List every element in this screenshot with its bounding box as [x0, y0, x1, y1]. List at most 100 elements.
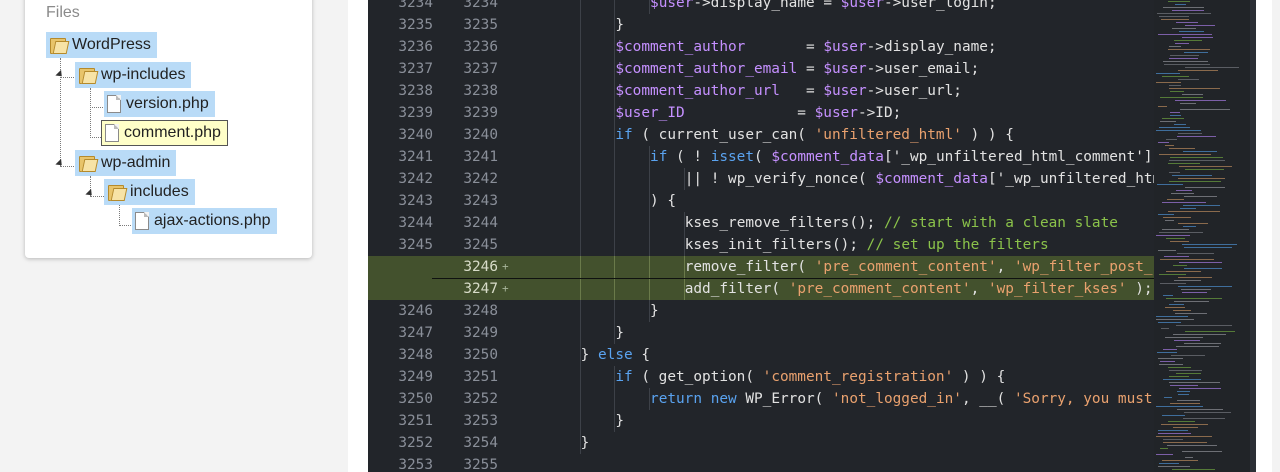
new-line-number: 3238: [463, 83, 498, 99]
old-line-number: 3240: [398, 127, 433, 143]
indent-guide: [614, 256, 616, 278]
code-line[interactable]: 3243 3243) {: [368, 190, 1154, 212]
minimap-line: [1156, 316, 1188, 317]
code-line[interactable]: 3235 3235}: [368, 14, 1154, 36]
tree-node-version-php[interactable]: version.php: [104, 91, 215, 117]
minimap-line: [1180, 109, 1230, 110]
code-token: =: [797, 61, 824, 77]
code-line[interactable]: 3253 3255: [368, 454, 1154, 472]
minimap-line: [1178, 133, 1202, 134]
code-token: ) ) {: [961, 127, 1014, 143]
minimap-line: [1156, 73, 1180, 74]
code-line[interactable]: 3234 3234 $user->display_name = $user->use…: [368, 0, 1154, 14]
minimap-line: [1170, 403, 1200, 404]
code-text: if ( get_option( 'comment_registration' …: [615, 366, 1005, 388]
code-line[interactable]: 3250 3252 return new WP_Error( 'not_logged…: [368, 388, 1179, 410]
vertical-scrollbar[interactable]: [1250, 0, 1256, 472]
added-marker: +: [502, 260, 509, 273]
tree-node-wp-admin[interactable]: wp-admin: [75, 150, 177, 176]
file-icon: [135, 212, 149, 230]
code-line[interactable]: 3240 3240 if ( current_user_can( 'unfilter…: [368, 124, 1154, 146]
old-line-number: 3244: [398, 215, 433, 231]
minimap[interactable]: [1154, 0, 1250, 472]
added-code-line[interactable]: 3246 + remove_filter( 'pre_comment_content…: [368, 256, 1187, 278]
code-line[interactable]: 3244 3244 kses_remove_filters(); // start …: [368, 212, 1154, 234]
code-token: ->user_login;: [883, 0, 997, 11]
minimap-line: [1170, 241, 1189, 242]
code-line[interactable]: 3246 3248}: [368, 300, 1154, 322]
code-line[interactable]: 3248 3250} else {: [368, 344, 1154, 366]
diff-editor[interactable]: 3234 3234 $user->display_name = $user->use…: [368, 0, 1256, 472]
folder-icon: [107, 184, 125, 201]
minimap-line: [1178, 277, 1212, 278]
minimap-line: [1170, 157, 1223, 158]
new-line-number: 3246: [463, 259, 498, 275]
new-line-number: 3236: [463, 39, 498, 55]
minimap-line: [1177, 409, 1223, 410]
code-text: }: [615, 322, 624, 344]
minimap-line: [1174, 40, 1202, 41]
code-text: ) {: [650, 190, 676, 212]
code-token: ) ) {: [953, 369, 1006, 385]
minimap-line: [1166, 298, 1222, 299]
added-marker: +: [502, 282, 509, 295]
minimap-line: [1168, 1, 1190, 2]
old-line-number: 3242: [398, 171, 433, 187]
code-token: ->user_url;: [866, 83, 962, 99]
code-text: return new WP_Error( 'not_logged_in', __…: [650, 388, 1179, 410]
minimap-line: [1180, 208, 1196, 209]
new-line-number: 3237: [463, 61, 498, 77]
minimap-line: [1163, 217, 1191, 218]
minimap-line: [1169, 172, 1180, 173]
code-line[interactable]: 3245 3245 kses_init_filters(); // set up t…: [368, 234, 1154, 256]
code-line[interactable]: 3237 3237 $comment_author_email = $user->u…: [368, 58, 1154, 80]
minimap-line: [1159, 127, 1190, 128]
code-token: ['_wp_unfiltered_html_comment'] ): [883, 149, 1170, 165]
tree-connector: [119, 204, 120, 226]
minimap-line: [1182, 244, 1237, 245]
old-line-number: 3252: [398, 435, 433, 451]
minimap-line: [1180, 103, 1196, 104]
code-line[interactable]: 3241 3241 if ( ! isset( $comment_data['_wp…: [368, 146, 1170, 168]
minimap-line: [1185, 25, 1215, 26]
code-line[interactable]: 3249 3251 if ( get_option( 'comment_regist…: [368, 366, 1154, 388]
code-line[interactable]: 3236 3236 $comment_author = $user->display…: [368, 36, 1154, 58]
code-line[interactable]: 3252 3254}: [368, 432, 1154, 454]
tree-node-wp-includes[interactable]: wp-includes: [75, 62, 192, 88]
indent-guide: [579, 366, 581, 388]
minimap-line: [1170, 115, 1181, 116]
minimap-line: [1172, 10, 1204, 11]
code-token: ->ID;: [857, 105, 902, 121]
minimap-line: [1173, 265, 1187, 266]
indent-guide: [649, 212, 651, 234]
tree-node-wordpress[interactable]: WordPress: [46, 32, 157, 58]
minimap-line: [1165, 145, 1174, 146]
added-code-line[interactable]: 3247 + add_filter( 'pre_comment_content', …: [368, 278, 1154, 300]
minimap-line: [1184, 343, 1221, 344]
minimap-line: [1175, 100, 1226, 101]
code-token: ->display_name =: [693, 0, 841, 11]
minimap-line: [1174, 301, 1209, 302]
code-text: add_filter( 'pre_comment_content', 'wp_f…: [685, 278, 1153, 300]
minimap-line: [1183, 418, 1225, 419]
code-token: ->display_name;: [866, 39, 997, 55]
old-line-number: 3251: [398, 413, 433, 429]
code-line[interactable]: 3238 3238 $comment_author_url = $user->use…: [368, 80, 1154, 102]
minimap-line: [1162, 76, 1189, 77]
minimap-line: [1182, 37, 1213, 38]
minimap-line: [1159, 274, 1186, 275]
code-token: kses_remove_filters();: [684, 215, 884, 231]
tree-node-ajax-actions-php[interactable]: ajax-actions.php: [132, 208, 277, 234]
code-token: if: [615, 127, 633, 143]
code-token: ( get_option(: [632, 369, 763, 385]
code-line[interactable]: 3247 3249}: [368, 322, 1154, 344]
minimap-line: [1158, 250, 1176, 251]
code-line[interactable]: 3251 3253}: [368, 410, 1154, 432]
minimap-line: [1184, 196, 1217, 197]
code-line[interactable]: 3242 3242 || ! wp_verify_nonce( $comment_d…: [368, 168, 1187, 190]
code-line[interactable]: 3239 3239 $user_ID = $user->ID;: [368, 102, 1154, 124]
tree-node-includes[interactable]: includes: [104, 179, 195, 205]
code-text: } else {: [581, 344, 650, 366]
tree-node-comment-php[interactable]: comment.php: [101, 120, 228, 146]
minimap-line: [1158, 430, 1188, 431]
